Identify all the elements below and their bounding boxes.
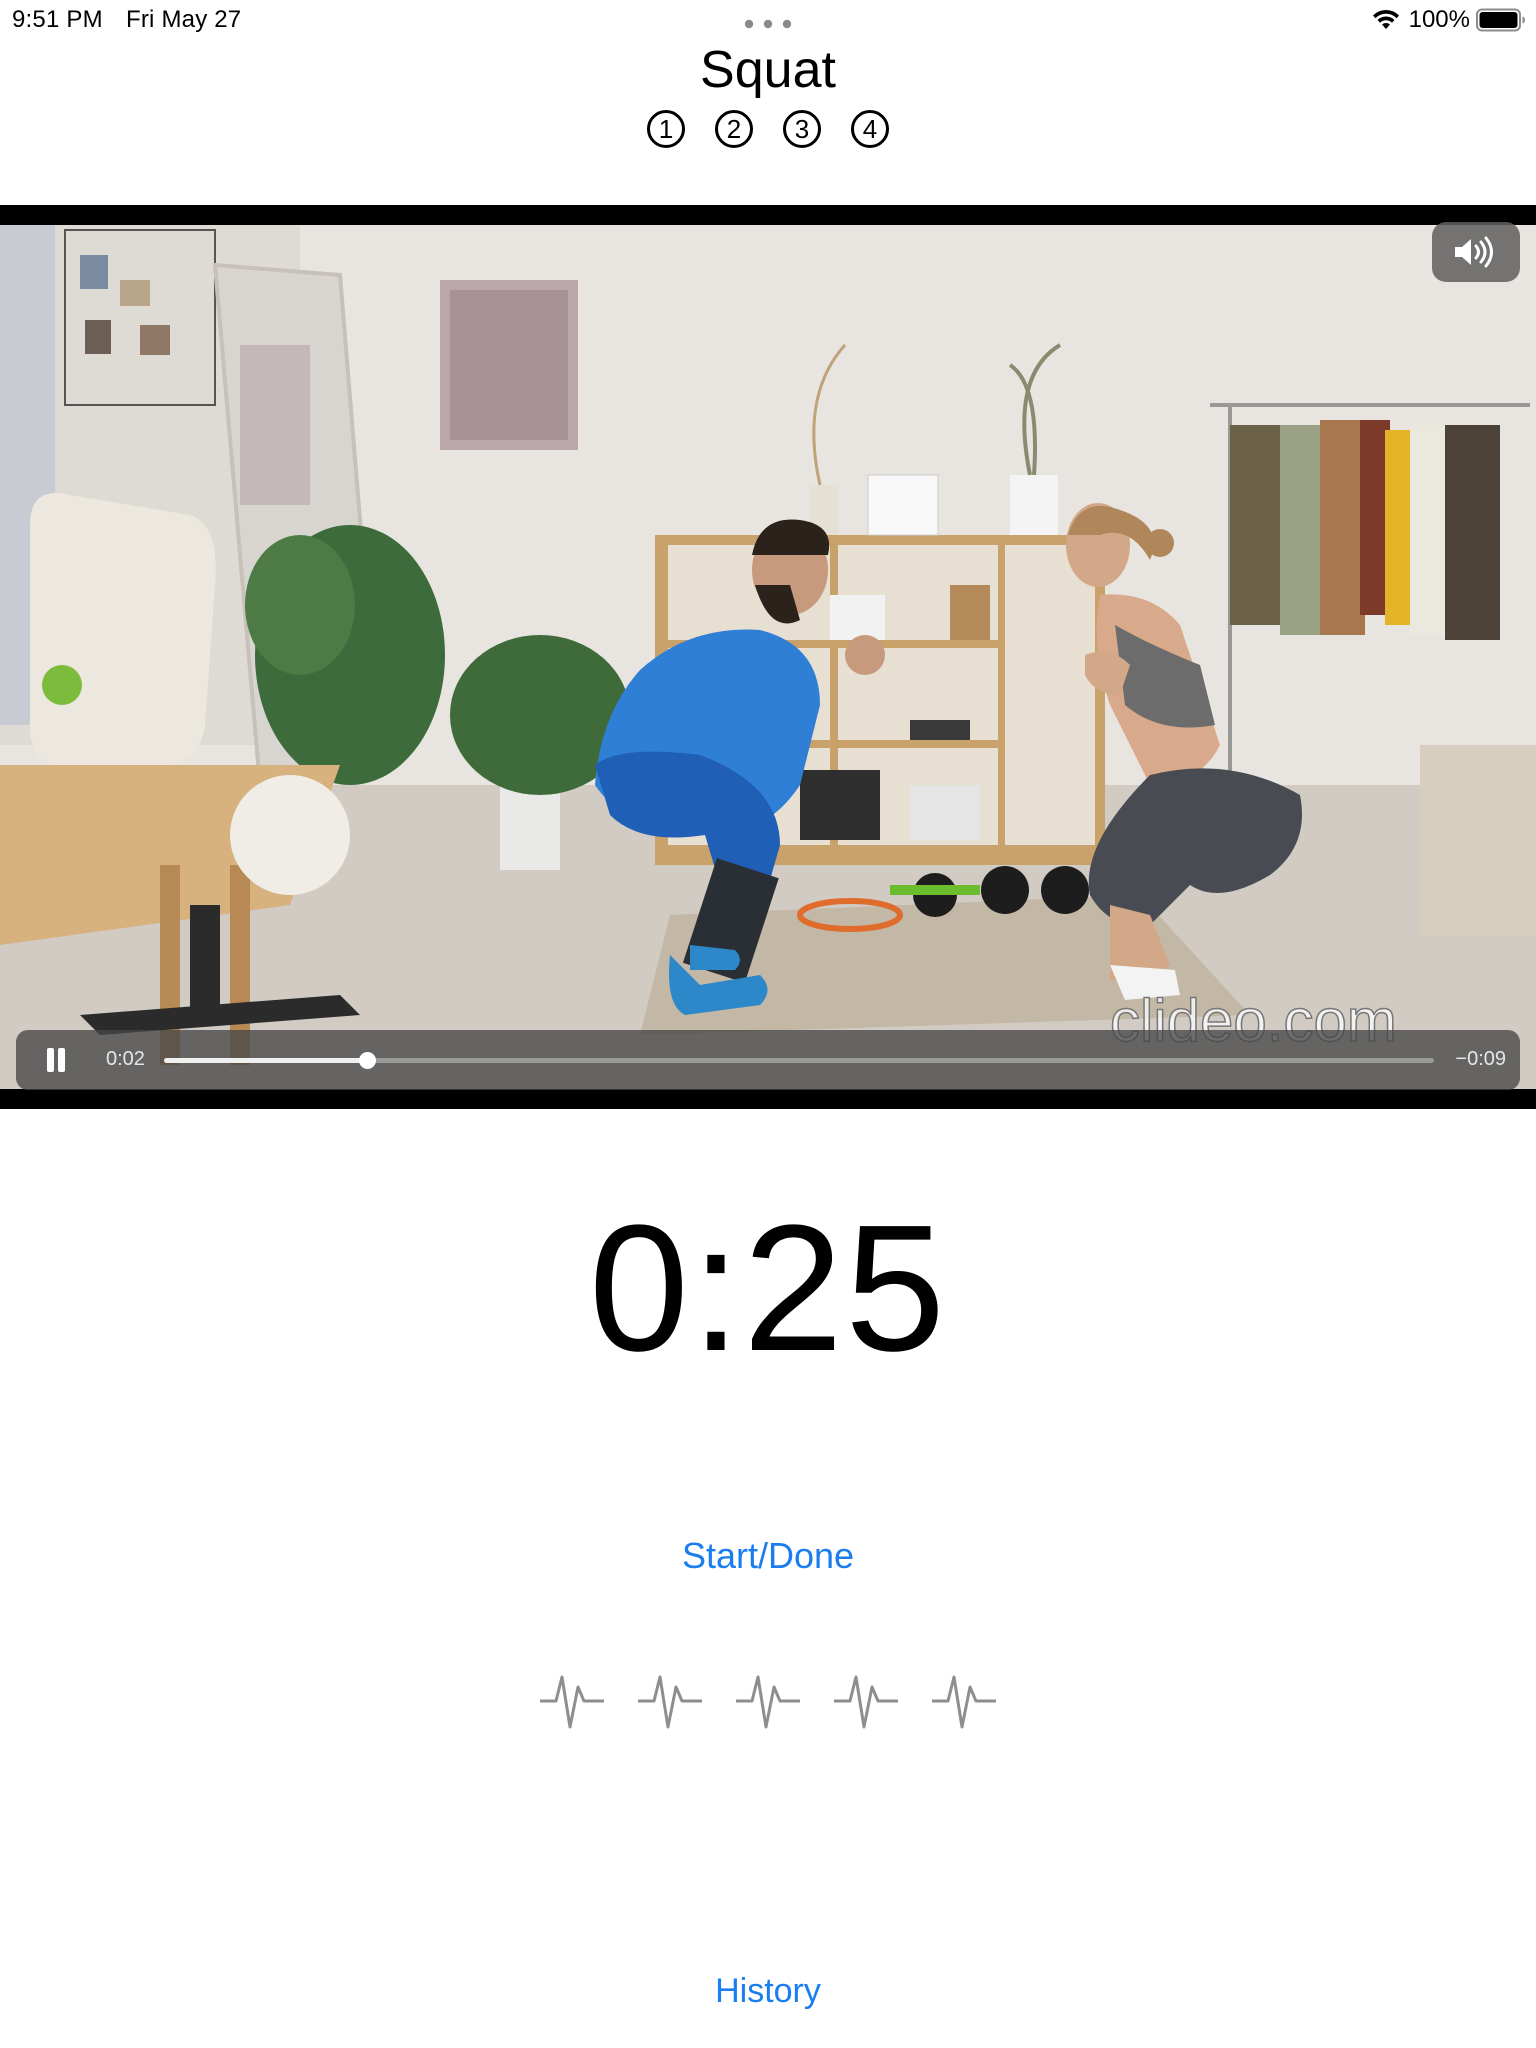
history-button[interactable]: History (0, 1972, 1536, 2011)
step-4-button[interactable]: 4 (851, 110, 889, 148)
remaining-time: −0:09 (1455, 1048, 1506, 1070)
battery-percent: 100% (1408, 6, 1470, 33)
exercise-title: Squat (700, 41, 836, 99)
video-progress-fill (164, 1058, 368, 1063)
heart-rate-icon[interactable] (538, 1665, 606, 1737)
step-2-button[interactable]: 2 (715, 110, 753, 148)
workout-screen: 9:51 PM Fri May 27 100% Squat 1 2 3 4 cl… (0, 0, 1536, 2048)
status-indicators: 100% (1371, 4, 1526, 36)
video-player[interactable]: clideo.com (0, 205, 1536, 1109)
step-1-button[interactable]: 1 (647, 110, 685, 148)
heart-rate-icon[interactable] (734, 1665, 802, 1737)
heart-rate-icon[interactable] (636, 1665, 704, 1737)
status-date: Fri May 27 (126, 6, 242, 33)
volume-button[interactable] (1432, 222, 1520, 282)
elapsed-time: 0:02 (106, 1048, 145, 1070)
step-indicators: 1 2 3 4 (0, 110, 1536, 148)
countdown-timer: 0:25 (588, 1188, 948, 1389)
video-progress-track[interactable] (164, 1052, 1434, 1069)
start-done-button[interactable]: Start/Done (0, 1535, 1536, 1577)
video-controls-bar: 0:02 −0:09 (16, 1030, 1520, 1090)
video-scrubber-handle[interactable] (359, 1052, 377, 1069)
status-time: 9:51 PM (12, 6, 103, 33)
multitasking-dots-icon[interactable] (744, 19, 792, 29)
heart-rate-icon[interactable] (832, 1665, 900, 1737)
speaker-volume-icon (1455, 236, 1493, 268)
video-frame-image: clideo.com (0, 225, 1536, 1089)
step-3-button[interactable]: 3 (783, 110, 821, 148)
heart-rate-icon[interactable] (930, 1665, 998, 1737)
pause-icon[interactable] (46, 1048, 66, 1072)
battery-icon (1476, 8, 1525, 32)
heart-rate-icons (0, 1665, 1536, 1737)
wifi-icon (1372, 9, 1399, 29)
